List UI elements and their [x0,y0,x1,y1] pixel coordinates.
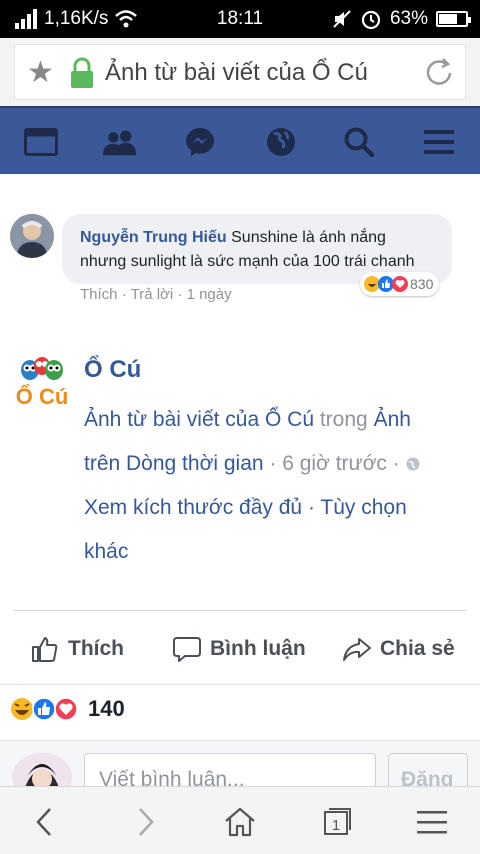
facebook-navbar [0,106,480,174]
reload-icon[interactable] [421,55,457,91]
comment-composer: Viết bình luận... Đăng [0,740,480,801]
lock-icon [71,57,93,88]
comment-reaction-count: 830 [410,276,434,292]
home-icon[interactable] [220,805,260,839]
thumbs-up-icon [32,637,58,662]
separator: · [307,496,315,519]
like-label: Thích [68,637,124,660]
love-reaction-icon [54,697,78,721]
messenger-icon[interactable] [182,126,218,158]
mute-icon [333,10,351,28]
comment-author[interactable]: Nguyễn Trung Hiếu [80,229,227,246]
like-button[interactable]: Thích [30,634,124,664]
comment-button[interactable]: Bình luận [172,634,306,664]
like-reaction-icon [32,697,56,721]
public-globe-icon [406,457,420,471]
page-title: Ảnh từ bài viết của Ổ Cú [105,59,368,86]
comment-icon [173,637,201,662]
post-actions: Thích Bình luận Chia sẻ [0,626,480,672]
comment-reactions[interactable]: 830 [360,272,440,296]
bookmark-star-icon[interactable]: ★ [27,58,54,88]
tabs-icon[interactable]: 1 [316,805,356,839]
status-bar: 1,16K/s 18:11 63% [0,0,480,38]
browser-toolbar: ★ Ảnh từ bài viết của Ổ Cú [0,38,480,106]
friend-requests-icon[interactable] [102,126,138,158]
alarm-icon [361,10,381,30]
view-full-size-link[interactable]: Xem kích thước đầy đủ [84,496,302,519]
forward-arrow-icon[interactable] [126,805,166,839]
divider [14,610,466,611]
haha-reaction-icon [11,698,33,720]
post-meta: Ảnh từ bài viết của Ổ Cú trong Ảnh trên … [84,398,444,574]
comment-time: 1 ngày [186,286,232,303]
love-reaction-icon [392,276,408,292]
page-name[interactable]: Ổ Cú [84,356,141,384]
svg-text:1: 1 [332,817,340,834]
divider [0,684,480,685]
svg-text:Ổ Cú: Ổ Cú [16,384,69,409]
back-arrow-icon[interactable] [24,805,64,839]
news-feed-icon[interactable] [23,126,59,158]
avatar[interactable] [10,214,54,258]
comment-like-link[interactable]: Thích [80,286,118,303]
reaction-count: 140 [88,696,125,721]
share-arrow-icon [343,638,371,661]
in-word: trong [314,408,374,431]
post-time: 6 giờ trước [282,452,387,475]
notifications-globe-icon[interactable] [263,126,299,158]
page-logo[interactable]: Ổ Cú [12,352,72,412]
comment-label: Bình luận [210,637,306,660]
reactions-summary[interactable]: 140 [10,696,125,722]
separator: · [121,286,127,303]
share-button[interactable]: Chia sẻ [342,634,455,664]
menu-icon[interactable] [421,126,457,158]
separator: · [177,286,183,303]
separator: · [392,452,400,475]
comment-actions: Thích · Trả lời · 1 ngày [80,286,232,303]
browser-bottom-nav: 1 [0,786,480,854]
address-bar[interactable]: ★ Ảnh từ bài viết của Ổ Cú [14,44,466,100]
share-label: Chia sẻ [380,637,455,660]
browser-menu-icon[interactable] [412,805,452,839]
source-post-link[interactable]: Ảnh từ bài viết của Ổ Cú [84,408,314,431]
battery-icon [436,11,471,27]
comment-reply-link[interactable]: Trả lời [131,286,174,303]
search-icon[interactable] [341,126,377,158]
separator: · [269,452,277,475]
battery-percent: 63% [389,8,428,29]
